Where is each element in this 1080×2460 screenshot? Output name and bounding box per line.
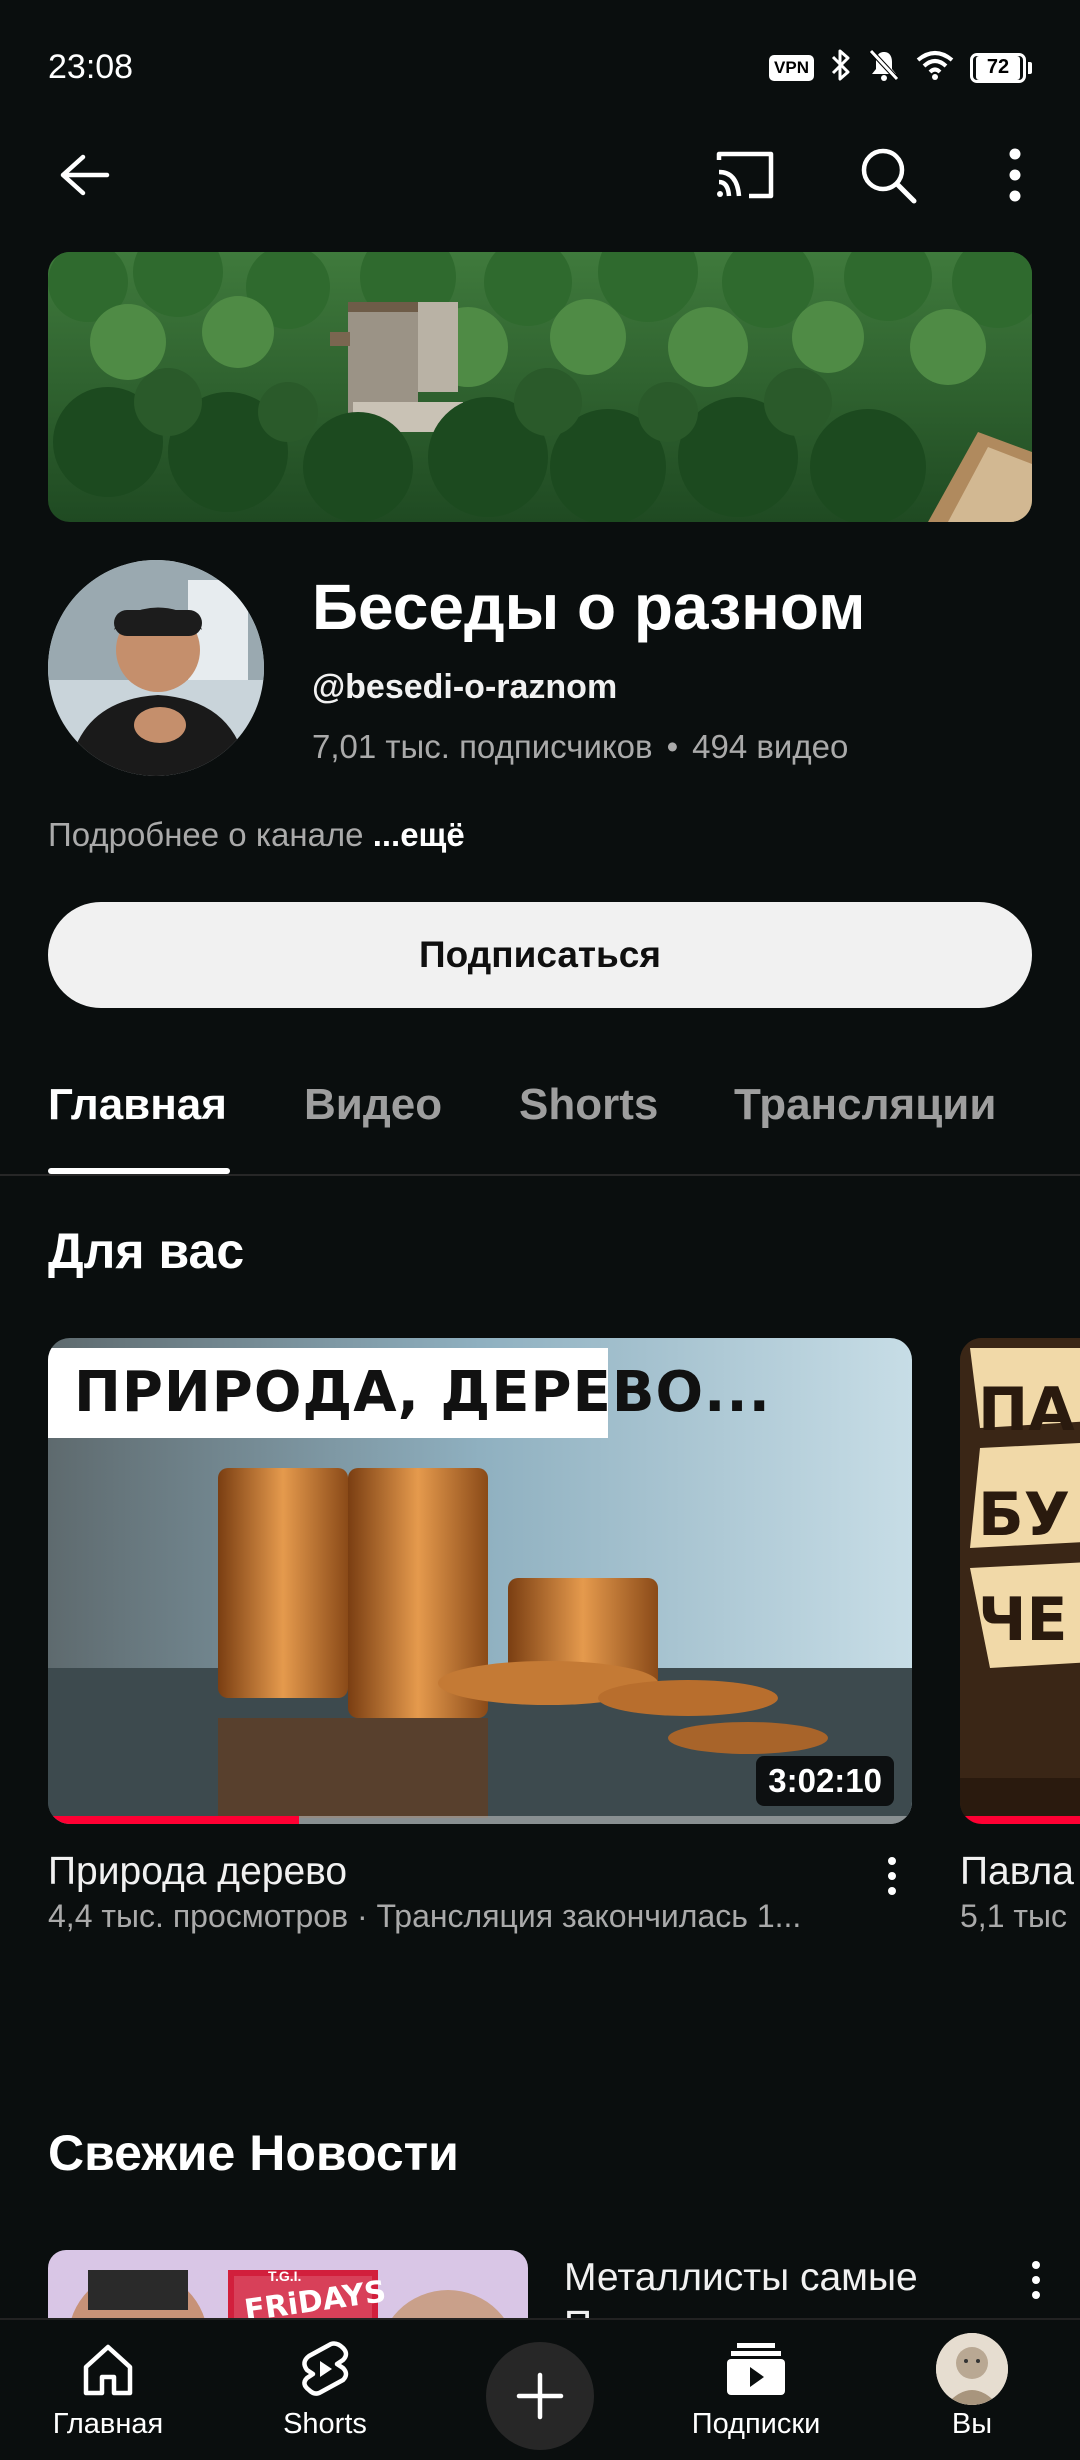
news-thumb-sign-small: T.G.I.	[268, 2268, 302, 2284]
search-button[interactable]	[843, 130, 933, 220]
video-thumbnail[interactable]: ПА БУ ЧЕ	[960, 1338, 1080, 1824]
video-title[interactable]: Павла	[960, 1850, 1074, 1894]
create-button[interactable]	[486, 2342, 594, 2450]
status-bar: 23:08 VPN 72	[0, 0, 1080, 120]
news-title-line1: Металлисты самые	[564, 2256, 918, 2299]
nav-home-label: Главная	[52, 2408, 164, 2440]
thumbnail-text: ПА БУ ЧЕ	[978, 1375, 1075, 1655]
back-arrow-icon	[60, 154, 110, 196]
subscriber-count: 7,01 тыс. подписчиков	[312, 728, 653, 765]
channel-handle: @besedi-o-raznom	[312, 668, 618, 706]
cast-icon	[716, 151, 774, 199]
status-time: 23:08	[48, 48, 134, 86]
watch-progress-bar	[960, 1816, 1080, 1824]
video-card[interactable]: ПРИРОДА, ДЕРЕВО... 3:02:10 Природа дерев…	[48, 1338, 912, 1934]
tab-videos[interactable]: Видео	[304, 1080, 442, 1130]
more-vertical-icon	[1032, 2261, 1040, 2299]
subscriptions-icon	[727, 2343, 785, 2395]
channel-stats: 7,01 тыс. подписчиков • 494 видео	[312, 728, 848, 766]
mute-icon	[868, 48, 900, 87]
video-card[interactable]: ПА БУ ЧЕ Павла 5,1 тыс	[960, 1338, 1080, 1934]
about-more-link[interactable]: ...ещё	[373, 816, 465, 853]
tab-shorts[interactable]: Shorts	[519, 1080, 658, 1130]
subscribe-button[interactable]: Подписаться	[48, 902, 1032, 1008]
channel-name: Беседы о разном	[312, 571, 866, 643]
nav-home[interactable]: Главная	[18, 2320, 198, 2460]
more-vertical-icon	[888, 1857, 896, 1895]
tab-home[interactable]: Главная	[48, 1080, 227, 1130]
video-title[interactable]: Природа дерево	[48, 1850, 347, 1894]
nav-subscriptions-label: Подписки	[691, 2408, 821, 2440]
top-app-bar	[0, 130, 1080, 230]
plus-icon	[516, 2372, 564, 2420]
avatar-icon	[936, 2333, 1008, 2405]
watch-progress-bar	[48, 1816, 912, 1824]
tab-live[interactable]: Трансляции	[734, 1080, 996, 1130]
about-text: Подробнее о канале	[48, 816, 373, 853]
more-vertical-icon	[1009, 148, 1021, 202]
active-tab-indicator	[48, 1168, 230, 1174]
nav-shorts[interactable]: Shorts	[235, 2320, 415, 2460]
video-meta: 5,1 тыс	[960, 1898, 1068, 1934]
video-duration: 3:02:10	[756, 1756, 894, 1806]
shorts-icon	[302, 2341, 349, 2396]
nav-you[interactable]: Вы	[882, 2320, 1062, 2460]
section-title-fresh-news: Свежие Новости	[48, 2125, 459, 2181]
more-options-button[interactable]	[970, 130, 1060, 220]
search-icon	[861, 148, 917, 204]
video-meta: 4,4 тыс. просмотров · Трансляция закончи…	[48, 1898, 802, 1934]
section-title-for-you: Для вас	[48, 1223, 245, 1279]
thumbnail-text: ПРИРОДА, ДЕРЕВО...	[74, 1360, 771, 1425]
vpn-icon: VPN	[769, 54, 814, 81]
home-icon	[83, 2344, 133, 2396]
back-button[interactable]	[38, 130, 128, 220]
channel-tabs: Главная Видео Shorts Трансляции	[0, 1060, 1080, 1176]
channel-banner	[48, 252, 1032, 522]
nav-subscriptions[interactable]: Подписки	[666, 2320, 846, 2460]
video-count: 494 видео	[692, 728, 849, 765]
channel-about-link[interactable]: Подробнее о канале ...ещё	[48, 816, 465, 854]
wifi-icon	[916, 50, 954, 85]
youtube-channel-page: 23:08 VPN 72 Беседы о разном @besedi-o-r…	[0, 0, 1080, 2460]
video-thumbnail[interactable]: ПРИРОДА, ДЕРЕВО... 3:02:10	[48, 1338, 912, 1824]
channel-avatar[interactable]	[48, 560, 264, 776]
battery-icon: 72	[970, 52, 1032, 83]
news-options-button[interactable]	[1016, 2250, 1056, 2310]
video-options-button[interactable]	[872, 1846, 912, 1906]
bluetooth-icon	[830, 48, 852, 87]
bottom-navigation: Главная Shorts Подписки Вы	[0, 2318, 1080, 2460]
watch-progress-fill	[48, 1816, 299, 1824]
battery-level: 72	[976, 55, 1020, 80]
watch-progress-fill	[960, 1816, 1080, 1824]
nav-shorts-label: Shorts	[283, 2408, 367, 2440]
stats-separator: •	[666, 728, 679, 765]
nav-you-label: Вы	[951, 2408, 993, 2440]
status-icons: VPN 72	[769, 48, 1032, 87]
cast-button[interactable]	[700, 130, 790, 220]
